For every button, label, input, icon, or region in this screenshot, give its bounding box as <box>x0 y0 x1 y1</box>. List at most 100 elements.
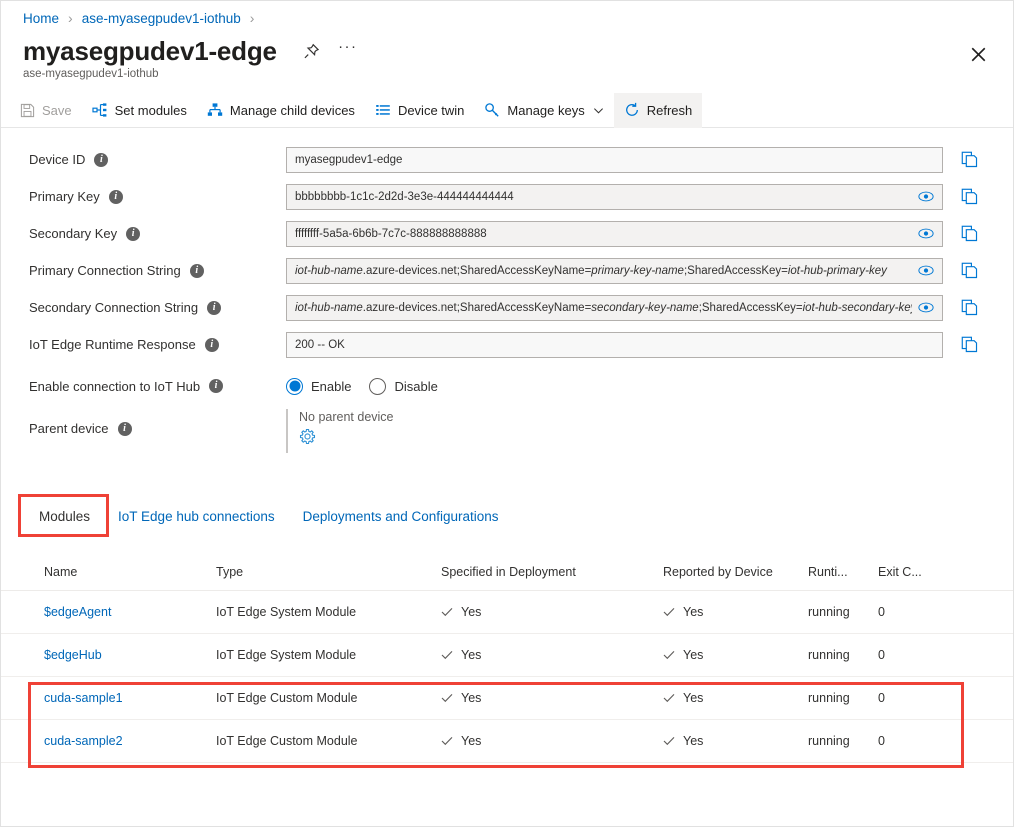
field-wrap-secondary-key: ffffffff-5a5a-6b6b-7c7c-888888888888 <box>286 220 979 247</box>
info-icon[interactable]: i <box>207 300 222 315</box>
module-link[interactable]: cuda-sample1 <box>44 691 123 705</box>
column-header-name[interactable]: Name <box>1 565 216 579</box>
key-icon <box>484 102 500 118</box>
column-header-type[interactable]: Type <box>216 565 441 579</box>
field-label-enable-connection: Enable connection to IoT Hub i <box>29 379 224 394</box>
primary-key-input[interactable]: bbbbbbbb-1c1c-2d2d-3e3e-444444444444 <box>286 183 943 210</box>
device-twin-button[interactable]: Device twin <box>365 93 474 128</box>
form-row-parent-device: Parent device i No parent device <box>1 409 1013 465</box>
cell-type: IoT Edge Custom Module <box>216 691 358 705</box>
cell-exit-code: 0 <box>878 691 885 705</box>
column-header-specified[interactable]: Specified in Deployment <box>441 565 663 579</box>
check-icon <box>441 735 453 747</box>
info-icon[interactable]: i <box>126 226 141 241</box>
field-label-primary-connection-string: Primary Connection String i <box>29 263 204 278</box>
device-id-input[interactable]: myasegpudev1-edge <box>286 146 943 173</box>
parent-device-value: No parent device <box>299 410 394 424</box>
manage-child-devices-button[interactable]: Manage child devices <box>197 93 365 128</box>
check-icon <box>441 606 453 618</box>
gear-icon[interactable] <box>299 427 317 445</box>
hierarchy-icon <box>207 102 223 118</box>
secondary-key-input[interactable]: ffffffff-5a5a-6b6b-7c7c-888888888888 <box>286 220 943 247</box>
form-row-primary-connection-string: Primary Connection String i iot-hub-name… <box>1 252 1013 289</box>
page-title: myasegpudev1-edge <box>23 36 277 66</box>
copy-icon[interactable] <box>959 149 979 171</box>
tab-iot-edge-hub-connections[interactable]: IoT Edge hub connections <box>104 496 289 536</box>
breadcrumb-item-home[interactable]: Home <box>23 11 59 26</box>
manage-keys-button[interactable]: Manage keys <box>474 93 613 128</box>
form-row-secondary-connection-string: Secondary Connection String i iot-hub-na… <box>1 289 1013 326</box>
radio-disable-label: Disable <box>394 378 438 394</box>
table-row[interactable]: cuda-sample1 IoT Edge Custom Module Yes … <box>1 677 1013 720</box>
tab-deployments-and-configurations[interactable]: Deployments and Configurations <box>289 496 513 536</box>
save-button[interactable]: Save <box>9 93 82 128</box>
cell-runtime: running <box>808 648 850 662</box>
breadcrumb-separator-icon: › <box>68 10 73 26</box>
chevron-down-icon <box>593 105 604 116</box>
module-link[interactable]: cuda-sample2 <box>44 734 123 748</box>
radio-disable-dot <box>369 377 387 395</box>
manage-child-devices-label: Manage child devices <box>229 102 355 118</box>
cell-runtime: running <box>808 691 850 705</box>
cell-runtime: running <box>808 605 850 619</box>
info-icon[interactable]: i <box>117 421 132 436</box>
eye-icon[interactable] <box>918 302 934 313</box>
field-wrap-device-id: myasegpudev1-edge <box>286 146 979 173</box>
form-row-runtime-response: IoT Edge Runtime Response i 200 -- OK <box>1 326 1013 363</box>
cell-reported: Yes <box>663 648 808 662</box>
info-icon[interactable]: i <box>209 379 224 393</box>
info-icon[interactable]: i <box>108 189 123 204</box>
field-wrap-primary-connection-string: iot-hub-name.azure-devices.net;SharedAcc… <box>286 257 979 284</box>
cell-type: IoT Edge System Module <box>216 605 357 619</box>
field-label-parent-device: Parent device i <box>29 421 132 436</box>
cell-exit-code: 0 <box>878 648 885 662</box>
radio-enable[interactable]: Enable <box>286 377 351 395</box>
tab-modules[interactable]: Modules <box>25 496 104 536</box>
pin-icon[interactable] <box>301 40 323 62</box>
runtime-response-input[interactable]: 200 -- OK <box>286 331 943 358</box>
primary-connection-string-input[interactable]: iot-hub-name.azure-devices.net;SharedAcc… <box>286 257 943 284</box>
form-row-enable-connection: Enable connection to IoT Hub i Enable Di… <box>1 363 1013 409</box>
eye-icon[interactable] <box>918 191 934 202</box>
check-icon <box>663 606 675 618</box>
copy-icon[interactable] <box>959 223 979 245</box>
eye-icon[interactable] <box>918 265 934 276</box>
cell-reported: Yes <box>663 734 808 748</box>
refresh-button[interactable]: Refresh <box>613 92 703 128</box>
info-icon[interactable]: i <box>94 152 109 167</box>
column-header-runtime[interactable]: Runti... <box>808 565 878 579</box>
table-header-row: Name Type Specified in Deployment Report… <box>1 553 1013 591</box>
check-icon <box>663 649 675 661</box>
table-row[interactable]: $edgeAgent IoT Edge System Module Yes Ye… <box>1 591 1013 634</box>
pin-glyph <box>304 43 320 58</box>
cell-reported: Yes <box>663 691 808 705</box>
breadcrumb-item-iothub[interactable]: ase-myasegpudev1-iothub <box>82 11 241 26</box>
cell-type: IoT Edge System Module <box>216 648 357 662</box>
module-link[interactable]: $edgeAgent <box>44 605 111 619</box>
azure-iot-device-blade: Home › ase-myasegpudev1-iothub › myasegp… <box>0 0 1014 827</box>
info-icon[interactable]: i <box>204 337 219 352</box>
copy-icon[interactable] <box>959 260 979 282</box>
cell-specified: Yes <box>441 648 663 662</box>
table-row[interactable]: $edgeHub IoT Edge System Module Yes Yes … <box>1 634 1013 677</box>
field-wrap-primary-key: bbbbbbbb-1c1c-2d2d-3e3e-444444444444 <box>286 183 979 210</box>
eye-icon[interactable] <box>918 228 934 239</box>
secondary-connection-string-input[interactable]: iot-hub-name.azure-devices.net;SharedAcc… <box>286 294 943 321</box>
column-header-exit-code[interactable]: Exit C... <box>878 565 938 579</box>
copy-icon[interactable] <box>959 334 979 356</box>
copy-icon[interactable] <box>959 186 979 208</box>
breadcrumb: Home › ase-myasegpudev1-iothub › <box>23 10 263 26</box>
column-header-reported[interactable]: Reported by Device <box>663 565 808 579</box>
cell-specified: Yes <box>441 605 663 619</box>
copy-icon[interactable] <box>959 297 979 319</box>
set-modules-button[interactable]: Set modules <box>82 93 197 128</box>
table-row[interactable]: cuda-sample2 IoT Edge Custom Module Yes … <box>1 720 1013 763</box>
save-icon <box>19 102 35 118</box>
device-twin-label: Device twin <box>397 102 465 118</box>
module-link[interactable]: $edgeHub <box>44 648 102 662</box>
radio-disable[interactable]: Disable <box>369 377 438 395</box>
cell-specified: Yes <box>441 691 663 705</box>
ellipsis-icon[interactable]: ··· <box>337 39 359 62</box>
close-icon[interactable] <box>965 41 991 67</box>
info-icon[interactable]: i <box>189 263 204 278</box>
